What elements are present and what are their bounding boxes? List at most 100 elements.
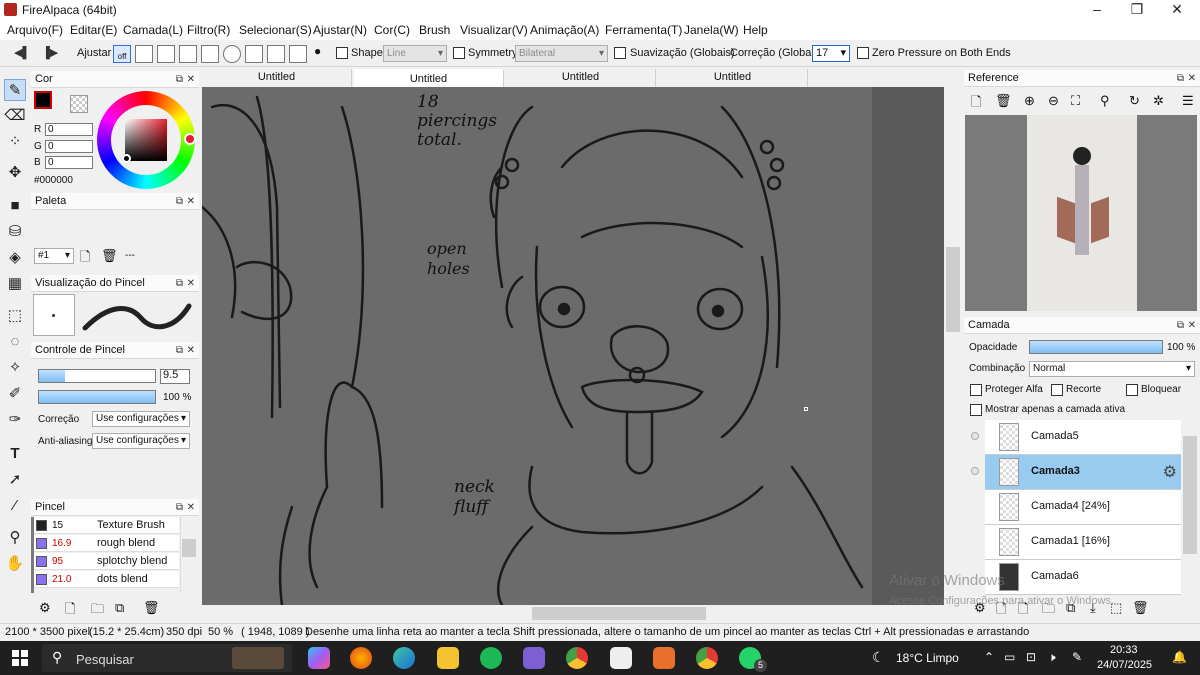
eyedropper-icon[interactable]: ⚲ xyxy=(1100,93,1110,109)
zoom-out-icon[interactable]: ⊖ xyxy=(1048,93,1059,109)
snap-curve-icon[interactable] xyxy=(245,45,263,63)
folder-icon[interactable]: 🗀 xyxy=(91,600,104,622)
weather-icon[interactable]: ☾ xyxy=(872,649,885,666)
menu-editar[interactable]: Editar(E) xyxy=(70,23,117,37)
canvas-horizontal-scrollbar[interactable] xyxy=(202,605,944,622)
windows-start-icon[interactable] xyxy=(12,650,28,666)
delete-brush-icon[interactable]: 🗑 xyxy=(143,600,160,616)
close-panel-icon[interactable]: ✕ xyxy=(187,72,195,88)
clock-date[interactable]: 24/07/2025 xyxy=(1097,659,1152,671)
notification-icon[interactable]: 🔔 xyxy=(1172,650,1187,664)
restore-icon[interactable]: ❐ xyxy=(1120,0,1154,20)
float-icon[interactable]: ⧉ xyxy=(1177,318,1184,334)
menu-help[interactable]: Help xyxy=(743,23,768,37)
brush-size-input[interactable]: 9.5 xyxy=(160,369,190,384)
duplicate-brush-icon[interactable]: ⧉ xyxy=(115,600,124,616)
float-icon[interactable]: ⧉ xyxy=(176,72,183,88)
b-input[interactable]: 0 xyxy=(45,156,93,169)
eraser-tool-icon[interactable]: ⌫ xyxy=(4,105,26,127)
chrome-icon[interactable] xyxy=(566,647,588,669)
firealpaca-taskbar-icon[interactable] xyxy=(610,647,632,669)
menu-brush[interactable]: Brush xyxy=(419,23,450,37)
layer-visibility-toggle[interactable] xyxy=(966,525,984,560)
brush-list-item[interactable]: 15 Texture Brush xyxy=(34,517,179,534)
hue-handle[interactable] xyxy=(184,133,196,145)
menu-camada[interactable]: Camada(L) xyxy=(123,23,183,37)
hand-tool-icon[interactable]: ✋ xyxy=(4,553,26,575)
brush-settings-icon[interactable]: ⚙ xyxy=(39,600,51,616)
tray-chevron-icon[interactable]: ⌃ xyxy=(984,650,994,664)
reference-image[interactable] xyxy=(965,115,1197,311)
text-tool-icon[interactable]: T xyxy=(4,443,26,465)
tray-app-icon[interactable]: ▭ xyxy=(1004,650,1015,664)
menu-janela[interactable]: Janela(W) xyxy=(684,23,739,37)
tab-untitled-3[interactable]: Untitled xyxy=(506,69,656,87)
brush-list-item[interactable]: 16.9 rough blend xyxy=(34,535,179,552)
chrome-profile-icon[interactable] xyxy=(696,647,718,669)
tab-untitled-2[interactable]: Untitled xyxy=(354,69,504,87)
select-eraser-tool-icon[interactable]: ✑ xyxy=(4,409,26,431)
primary-color-swatch[interactable] xyxy=(34,91,52,109)
menu-icon[interactable]: ☰ xyxy=(1182,93,1194,109)
layer-settings-gear-icon[interactable]: ⚙ xyxy=(1163,462,1177,482)
spotify-icon[interactable] xyxy=(480,647,502,669)
layer-row[interactable]: Camada5 xyxy=(985,420,1181,455)
tab-untitled-4[interactable]: Untitled xyxy=(658,69,808,87)
next-icon[interactable]: ▐▶ xyxy=(42,46,58,60)
firefox-icon[interactable] xyxy=(350,647,372,669)
snap-circle-icon[interactable] xyxy=(223,45,241,63)
network-icon[interactable]: ⊡ xyxy=(1026,650,1036,664)
snap-off-button[interactable]: off xyxy=(113,45,131,63)
loading-icon[interactable]: ✲ xyxy=(1153,93,1164,109)
divide-tool-icon[interactable]: ⁄ xyxy=(4,495,26,517)
layer-visibility-toggle[interactable] xyxy=(966,490,984,525)
close-panel-icon[interactable]: ✕ xyxy=(1188,318,1196,334)
color-picker-handle[interactable] xyxy=(122,154,131,163)
hue-ring[interactable] xyxy=(97,91,196,189)
menu-ajustar[interactable]: Ajustar(N) xyxy=(313,23,367,37)
minimize-icon[interactable]: – xyxy=(1080,0,1114,20)
taskbar-search-box[interactable]: ⚲ Pesquisar xyxy=(42,644,292,672)
float-icon[interactable]: ⧉ xyxy=(176,343,183,359)
fill-tool-icon[interactable]: ◈ xyxy=(4,247,26,269)
clock-time[interactable]: 20:33 xyxy=(1110,644,1138,656)
volume-icon[interactable]: 🕨 xyxy=(1048,650,1056,665)
layer-list-scrollbar[interactable] xyxy=(1182,420,1198,594)
layer-opacity-slider[interactable] xyxy=(1029,340,1163,354)
protect-alpha-checkbox[interactable] xyxy=(970,384,982,396)
brush-correcao-select[interactable]: Use configurações xyxy=(92,411,190,427)
weather-text[interactable]: 18°C Limpo xyxy=(896,651,959,665)
shape-checkbox[interactable] xyxy=(336,47,348,59)
suavizacao-checkbox[interactable] xyxy=(614,47,626,59)
show-active-only-checkbox[interactable] xyxy=(970,404,982,416)
antialiasing-select[interactable]: Use configurações xyxy=(92,433,190,449)
snap-perspective-icon[interactable] xyxy=(267,45,285,63)
new-palette-icon[interactable]: 🗋 xyxy=(80,248,90,270)
canvas-vertical-scrollbar[interactable] xyxy=(944,87,962,605)
symmetry-checkbox[interactable] xyxy=(453,47,465,59)
palette-selector[interactable]: #1 xyxy=(34,248,74,264)
close-panel-icon[interactable]: ✕ xyxy=(187,500,195,516)
select-rect-tool-icon[interactable]: ⬚ xyxy=(4,305,26,327)
close-panel-icon[interactable]: ✕ xyxy=(187,343,195,359)
close-icon[interactable]: ✕ xyxy=(1160,0,1194,20)
symmetry-select[interactable]: Bilateral xyxy=(515,45,608,62)
paint-icon[interactable] xyxy=(523,647,545,669)
fit-icon[interactable]: ⛶ xyxy=(1071,93,1080,109)
float-icon[interactable]: ⧉ xyxy=(176,194,183,210)
file-explorer-icon[interactable] xyxy=(437,647,459,669)
snap-diagonal-icon[interactable] xyxy=(201,45,219,63)
new-brush-icon[interactable]: 🗋 xyxy=(65,600,75,622)
magic-wand-tool-icon[interactable]: ✧ xyxy=(4,357,26,379)
edge-icon[interactable] xyxy=(393,647,415,669)
layer-visibility-toggle[interactable] xyxy=(966,455,984,490)
operation-tool-icon[interactable]: ➚ xyxy=(4,469,26,491)
layer-row[interactable]: Camada6 xyxy=(985,560,1181,595)
close-panel-icon[interactable]: ✕ xyxy=(187,194,195,210)
correcao-select[interactable]: 17 xyxy=(812,45,850,62)
snap-grid-icon[interactable] xyxy=(157,45,175,63)
brush-tool-icon[interactable]: ✎ xyxy=(4,79,26,101)
menu-visualizar[interactable]: Visualizar(V) xyxy=(460,23,528,37)
image-viewer-icon[interactable] xyxy=(653,647,675,669)
snap-cross-icon[interactable] xyxy=(179,45,197,63)
